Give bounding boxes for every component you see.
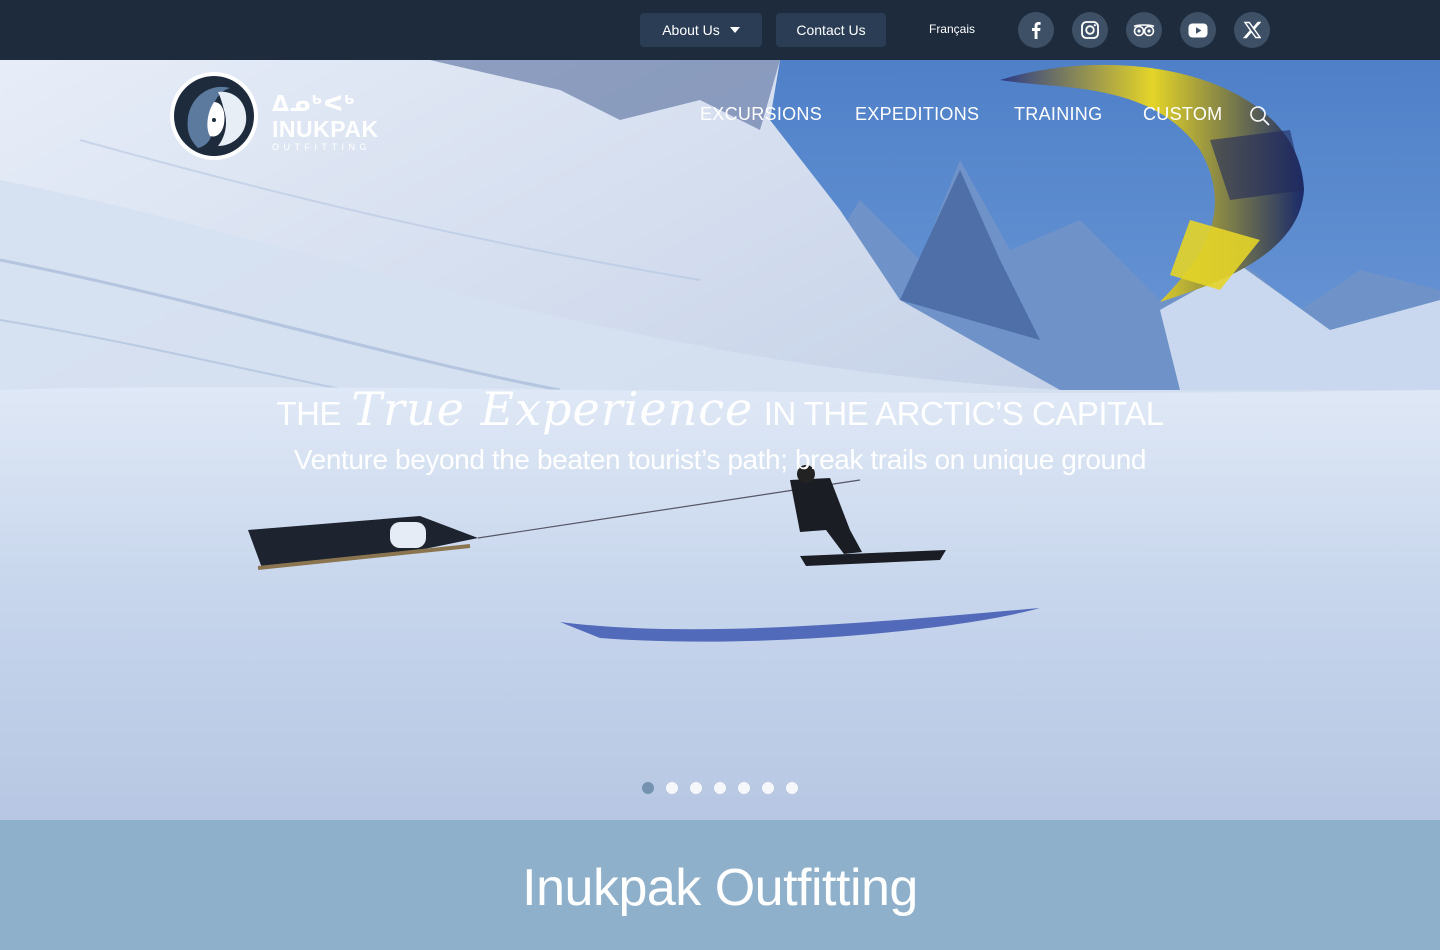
slide-dot[interactable] xyxy=(642,782,654,794)
about-us-label: About Us xyxy=(662,22,720,38)
hero-tagline: Venture beyond the beaten tourist’s path… xyxy=(293,444,1147,475)
site-logo[interactable]: ᐃᓄᒃᐸᒃ INUKPAK OUTFITTING xyxy=(168,70,388,162)
contact-us-button[interactable]: Contact Us xyxy=(776,13,886,47)
tripadvisor-icon[interactable] xyxy=(1126,12,1162,48)
logo-wordmark: ᐃᓄᒃᐸᒃ INUKPAK OUTFITTING xyxy=(272,92,379,153)
logo-name: INUKPAK xyxy=(272,116,379,142)
slide-dot[interactable] xyxy=(690,782,702,794)
contact-us-label: Contact Us xyxy=(796,22,866,38)
section-title: Inukpak Outfitting xyxy=(522,859,918,917)
about-us-dropdown[interactable]: About Us xyxy=(640,13,762,47)
logo-syllabics: ᐃᓄᒃᐸᒃ xyxy=(272,92,357,117)
language-switch-link[interactable]: Français xyxy=(912,22,992,36)
nav-custom[interactable]: CUSTOM xyxy=(1143,104,1222,125)
hero-slider: ᐃᓄᒃᐸᒃ INUKPAK OUTFITTING EXCURSIONS EXPE… xyxy=(0,60,1440,820)
hero-background-image xyxy=(0,60,1440,820)
top-utility-bar: About Us Contact Us Français xyxy=(0,0,1440,60)
youtube-icon[interactable] xyxy=(1180,12,1216,48)
nav-training[interactable]: TRAINING xyxy=(1014,104,1102,125)
slide-dot[interactable] xyxy=(714,782,726,794)
slide-dot[interactable] xyxy=(738,782,750,794)
caret-down-icon xyxy=(729,27,740,33)
logo-subtitle: OUTFITTING xyxy=(272,142,371,152)
nav-expeditions[interactable]: EXPEDITIONS xyxy=(855,104,979,125)
x-twitter-icon[interactable] xyxy=(1234,12,1270,48)
instagram-icon[interactable] xyxy=(1072,12,1108,48)
logo-emblem-icon xyxy=(170,72,258,160)
headline-end: IN THE ARCTIC’S CAPITAL xyxy=(763,395,1164,432)
intro-section: Inukpak Outfitting xyxy=(0,820,1440,950)
headline-script: True Experience xyxy=(351,382,754,436)
slide-dot[interactable] xyxy=(666,782,678,794)
slide-dot[interactable] xyxy=(786,782,798,794)
slider-pagination xyxy=(642,782,798,794)
hero-headline: THE True Experience IN THE ARCTIC’S CAPI… xyxy=(0,382,1440,436)
nav-excursions[interactable]: EXCURSIONS xyxy=(700,104,822,125)
search-icon[interactable] xyxy=(1248,104,1272,128)
facebook-icon[interactable] xyxy=(1018,12,1054,48)
slide-dot[interactable] xyxy=(762,782,774,794)
headline-start: THE xyxy=(276,395,341,432)
